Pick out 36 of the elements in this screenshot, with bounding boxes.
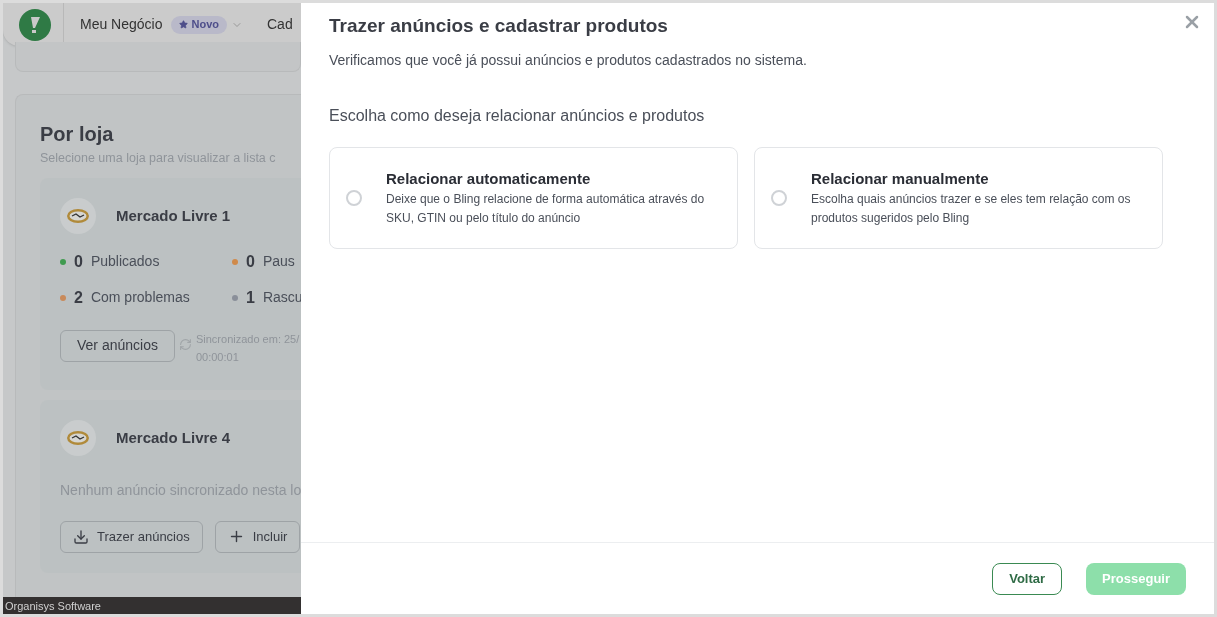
status-count: 1 (246, 287, 255, 308)
add-button[interactable]: Incluir (214, 520, 301, 553)
option-title: Relacionar manualmente (811, 168, 990, 189)
option-description: Escolha quais anúncios trazer e se eles tem relação com os produtos sugeridos pelo Bling (811, 191, 1132, 227)
handshake-logo-icon (60, 197, 96, 234)
option-title: Relacionar automaticamente (386, 168, 592, 189)
status-count: 2 (74, 287, 83, 308)
logo-icon[interactable] (19, 8, 51, 41)
radio-button[interactable] (771, 189, 787, 206)
radio-button[interactable] (346, 189, 362, 206)
option-card[interactable]: Relacionar automaticamente Deixe que o Bling relacione de forma automática através do SKU, GTIN ou pelo título do anúncio (329, 146, 738, 249)
menu-item[interactable]: Cad (267, 14, 293, 35)
option-description: Deixe que o Bling relacione de forma automática através do SKU, GTIN ou pelo título do anúncio (386, 191, 706, 227)
status-label: Publicados (90, 252, 160, 272)
status-label: Rascu (262, 288, 301, 308)
fetch-listings-button[interactable]: Trazer anúncios (60, 520, 203, 553)
footer-text: Organisys Software (5, 598, 101, 613)
download-icon (73, 528, 89, 545)
view-listings-button[interactable]: Ver anúncios (60, 329, 175, 362)
status-label: Com problemas (90, 288, 190, 308)
dialog-title: Trazer anúncios e cadastrar produtos (329, 14, 668, 38)
menu-item[interactable]: Meu Negócio (80, 14, 163, 35)
back-button[interactable]: Voltar (992, 562, 1063, 595)
choice-question: Escolha como deseja relacionar anúncios e produtos (329, 105, 706, 126)
status-count: 0 (74, 251, 83, 272)
handshake-logo-icon (60, 419, 96, 456)
section-title: Por loja (40, 122, 115, 147)
store-name: Mercado Livre 1 (116, 205, 231, 226)
status-count: 0 (246, 251, 255, 272)
status-label: Paus (262, 252, 295, 272)
dialog-description: Verificamos que você já possui anúncios e produtos cadastrados no sistema. (329, 50, 808, 70)
option-card[interactable]: Relacionar manualmente Escolha quais anúncios trazer e se eles tem relação com os produtos sugeridos pelo Bling (754, 146, 1163, 249)
star-icon (178, 20, 188, 29)
sync-icon (178, 337, 192, 351)
store-name: Mercado Livre 4 (116, 427, 231, 448)
new-badge: Novo (170, 15, 227, 34)
